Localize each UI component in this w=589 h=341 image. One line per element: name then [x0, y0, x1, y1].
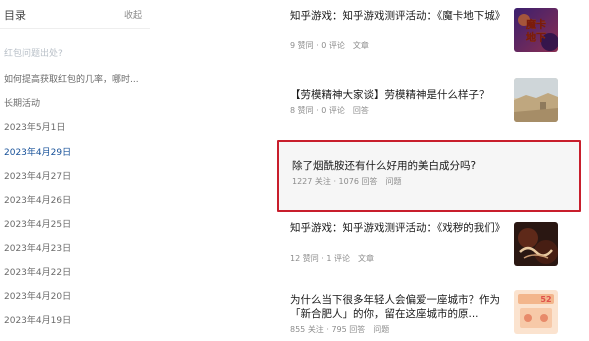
feed-card[interactable]: 知乎游戏：知乎游戏测评活动：《戏秽的我们》 12 赞同 · 1 评论 文章	[276, 214, 589, 274]
game-cover-image: 魔卡 地下	[514, 8, 558, 52]
card-stat: 1227 关注	[292, 177, 331, 186]
toc-item[interactable]: 2023年4月19日	[4, 313, 71, 326]
toc-item[interactable]: 2023年4月25日	[4, 217, 71, 230]
toc-item[interactable]: 2023年4月20日	[4, 289, 71, 302]
card-meta: 8 赞同 · 0 评论 回答	[290, 106, 369, 115]
feed-card[interactable]: 为什么当下很多年轻人会偏爱一座城市？作为「新合肥人」的你，留在这座城市的原...…	[276, 284, 589, 341]
landscape-image	[514, 78, 558, 122]
city-promo-image: 52	[514, 290, 558, 334]
card-meta: 12 赞同 · 1 评论 文章	[290, 254, 375, 263]
feed-card[interactable]: 知乎游戏：知乎游戏测评活动：《魔卡地下城》 9 赞同 · 0 评论 文章 魔卡 地…	[276, 0, 589, 62]
svg-text:魔卡: 魔卡	[526, 18, 546, 31]
card-title[interactable]: 知乎游戏：知乎游戏测评活动：《魔卡地下城》	[290, 9, 505, 23]
toc-item[interactable]: 如何提高获取红包的几率，哪时...	[4, 72, 139, 85]
toc-title: 目录	[4, 9, 26, 22]
toc-item-active[interactable]: 2023年4月29日	[4, 145, 71, 158]
related-feed: 知乎游戏：知乎游戏测评活动：《魔卡地下城》 9 赞同 · 0 评论 文章 魔卡 地…	[270, 0, 589, 341]
toc-item[interactable]: 2023年4月26日	[4, 193, 71, 206]
card-title[interactable]: 【劳模精神大家谈】劳模精神是什么样子？	[290, 88, 500, 102]
card-meta: 1227 关注 · 1076 回答 问题	[292, 177, 402, 186]
table-of-contents: 目录 收起 红包问题出处? 如何提高获取红包的几率，哪时... 长期活动 202…	[0, 0, 155, 341]
promo-number: 52	[540, 295, 551, 304]
game-cover-image	[514, 222, 558, 266]
toc-item[interactable]: 2023年4月23日	[4, 241, 71, 254]
highlighted-question-card[interactable]: 除了烟酰胺还有什么好用的美白成分吗? 1227 关注 · 1076 回答 问题	[277, 140, 581, 212]
card-meta: 9 赞同 · 0 评论 文章	[290, 41, 369, 50]
card-type-tag: 文章	[358, 254, 375, 263]
card-type-tag: 回答	[352, 106, 369, 115]
card-stat: 8 赞同	[290, 106, 314, 115]
card-title[interactable]: 知乎游戏：知乎游戏测评活动：《戏秽的我们》	[290, 221, 505, 235]
card-type-tag: 问题	[373, 325, 390, 334]
toc-item[interactable]: 2023年5月1日	[4, 120, 65, 133]
card-type-tag: 问题	[385, 177, 402, 186]
svg-text:地下: 地下	[526, 31, 546, 44]
toc-collapse-button[interactable]: 收起	[124, 8, 142, 21]
game-cover-thumbnail[interactable]	[514, 222, 558, 266]
toc-item[interactable]: 2023年4月27日	[4, 169, 71, 182]
toc-header: 目录 收起	[0, 0, 150, 29]
card-stat: 12 赞同	[290, 254, 319, 263]
game-cover-thumbnail[interactable]: 魔卡 地下	[514, 8, 558, 52]
card-title[interactable]: 除了烟酰胺还有什么好用的美白成分吗?	[292, 159, 572, 173]
toc-item[interactable]: 长期活动	[4, 96, 40, 109]
city-promo-thumbnail[interactable]: 52	[514, 290, 558, 334]
card-type-tag: 文章	[352, 41, 369, 50]
card-stat: 855 关注	[290, 325, 324, 334]
card-stat: 795 回答	[331, 325, 366, 334]
card-meta: 855 关注 · 795 回答 问题	[290, 325, 390, 334]
card-stat: 9 赞同	[290, 41, 314, 50]
toc-item[interactable]: 2023年4月22日	[4, 265, 71, 278]
card-stat: 0 评论	[321, 106, 345, 115]
toc-item[interactable]: 红包问题出处?	[4, 46, 63, 59]
feed-card[interactable]: 【劳模精神大家谈】劳模精神是什么样子？ 8 赞同 · 0 评论 回答	[276, 72, 589, 128]
card-stat: 1 评论	[326, 254, 351, 263]
card-stat: 1076 回答	[338, 177, 378, 186]
landscape-thumbnail[interactable]	[514, 78, 558, 122]
card-stat: 0 评论	[321, 41, 345, 50]
card-title[interactable]: 为什么当下很多年轻人会偏爱一座城市？作为「新合肥人」的你，留在这座城市的原...	[290, 293, 500, 321]
